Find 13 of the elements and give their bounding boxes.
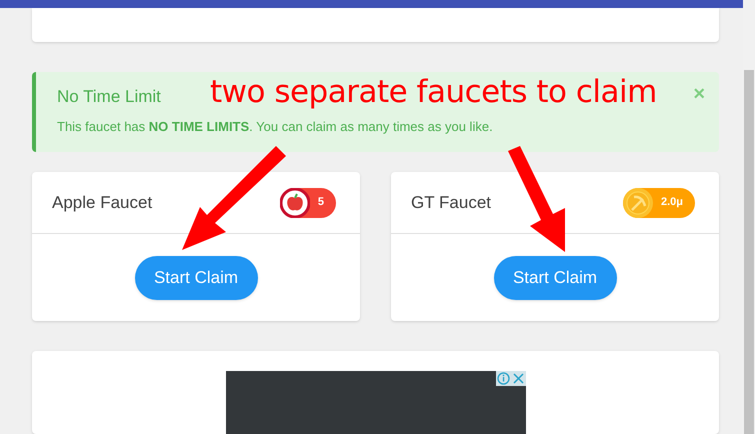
alert-title: No Time Limit — [57, 86, 161, 108]
close-button[interactable]: × — [693, 84, 705, 104]
apple-icon — [280, 188, 310, 218]
pickaxe-icon — [622, 188, 653, 218]
faucet-name: GT Faucet — [411, 192, 491, 214]
faucet-name: Apple Faucet — [52, 192, 152, 214]
reward-amount: 5 — [318, 195, 324, 210]
reward-amount: 2.0μ — [660, 195, 683, 210]
start-claim-button[interactable]: Start Claim — [494, 256, 616, 300]
alert-message: This faucet has NO TIME LIMITS. You can claim as many times as you like. — [57, 118, 493, 136]
start-claim-button[interactable]: Start Claim — [134, 256, 258, 300]
annotation-text: two separate faucets to claim — [210, 73, 657, 112]
info-icon[interactable] — [496, 371, 510, 386]
